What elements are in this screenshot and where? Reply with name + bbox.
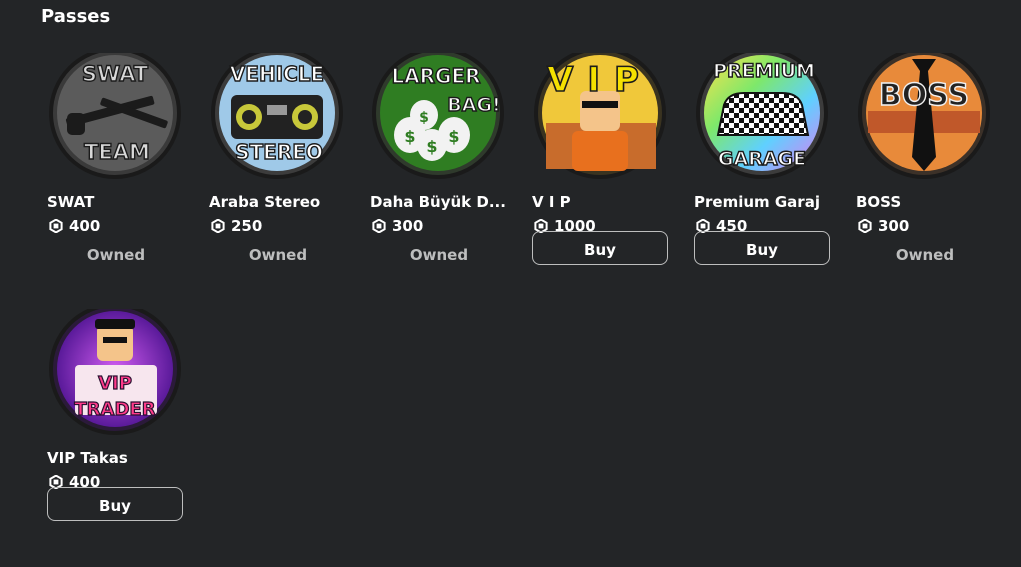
buy-button[interactable]: Buy: [532, 231, 668, 265]
pass-price-value: 300: [878, 217, 910, 235]
svg-text:LARGER: LARGER: [391, 64, 480, 88]
svg-text:GARAGE: GARAGE: [718, 148, 806, 170]
owned-label: Owned: [895, 246, 955, 264]
svg-text:SWAT: SWAT: [82, 62, 149, 86]
owned-label: Owned: [409, 246, 469, 264]
passes-page: Passes SWAT TEAM SWAT 400 Owned VEHICLE …: [0, 0, 1021, 567]
pass-price: 400: [47, 216, 100, 236]
pass-name[interactable]: Premium Garaj: [694, 193, 834, 211]
robux-icon: [211, 219, 225, 233]
svg-text:VEHICLE: VEHICLE: [230, 62, 324, 86]
robux-icon: [858, 219, 872, 233]
owned-label: Owned: [86, 246, 146, 264]
svg-text:VIP: VIP: [547, 60, 653, 100]
boss-badge-icon[interactable]: BOSS: [856, 53, 996, 193]
robux-icon: [372, 219, 386, 233]
section-title: Passes: [41, 6, 111, 27]
pass-name[interactable]: Daha Büyük D...: [370, 193, 510, 211]
pass-name[interactable]: V I P: [532, 193, 672, 211]
pass-price-value: 400: [69, 217, 101, 235]
pass-price: 300: [370, 216, 423, 236]
svg-text:TEAM: TEAM: [84, 140, 150, 164]
pass-name[interactable]: VIP Takas: [47, 449, 187, 467]
svg-text:$: $: [404, 127, 415, 146]
svg-text:BAG!: BAG!: [447, 94, 500, 116]
pass-price: 250: [209, 216, 262, 236]
pass-name[interactable]: Araba Stereo: [209, 193, 349, 211]
vehicle-stereo-badge-icon[interactable]: VEHICLE STEREO: [209, 53, 349, 193]
svg-text:VIP: VIP: [98, 373, 132, 394]
pass-price: 300: [856, 216, 909, 236]
svg-text:STEREO: STEREO: [235, 140, 323, 164]
premium-garage-badge-icon[interactable]: PREMIUM GARAGE: [694, 53, 834, 193]
pass-price-value: 250: [231, 217, 263, 235]
robux-icon: [49, 219, 63, 233]
pass-name[interactable]: SWAT: [47, 193, 187, 211]
svg-text:$: $: [419, 110, 429, 126]
svg-text:PREMIUM: PREMIUM: [713, 60, 815, 82]
buy-button[interactable]: Buy: [47, 487, 183, 521]
vip-badge-icon[interactable]: VIP: [532, 53, 672, 193]
buy-button[interactable]: Buy: [694, 231, 830, 265]
owned-label: Owned: [248, 246, 308, 264]
larger-bag-badge-icon[interactable]: $ $ $ $ LARGER BAG!: [370, 53, 510, 193]
svg-text:TRADER: TRADER: [74, 399, 155, 420]
vip-trader-badge-icon[interactable]: VIP TRADER: [47, 309, 187, 449]
pass-price-value: 300: [392, 217, 424, 235]
pass-name[interactable]: BOSS: [856, 193, 996, 211]
swat-team-badge-icon[interactable]: SWAT TEAM: [47, 53, 187, 193]
svg-text:BOSS: BOSS: [879, 78, 969, 113]
svg-text:$: $: [448, 127, 459, 146]
svg-text:$: $: [426, 137, 437, 156]
